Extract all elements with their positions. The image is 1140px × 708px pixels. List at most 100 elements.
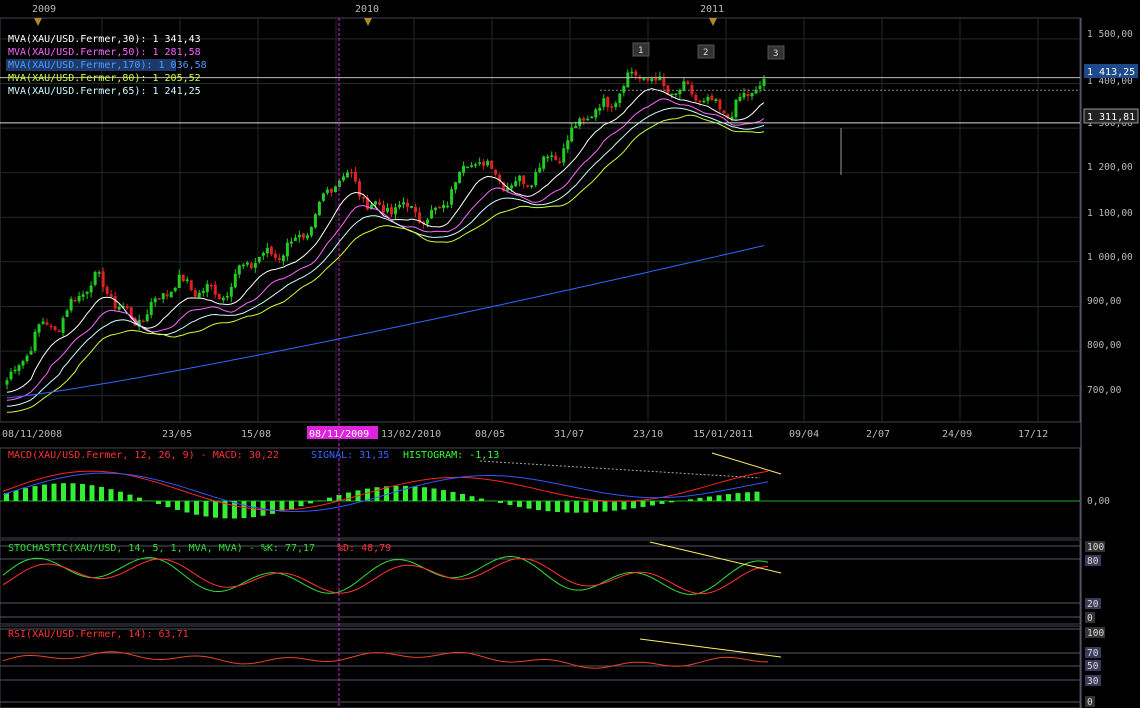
candle-body-75 bbox=[305, 235, 309, 239]
macd-bar-53 bbox=[507, 501, 513, 506]
candle-body-178 bbox=[718, 99, 722, 110]
mva-80-line bbox=[6, 114, 765, 413]
candle-body-88 bbox=[357, 181, 361, 197]
macd-bar-60 bbox=[574, 501, 579, 513]
x-label-8: 15/01/2011 bbox=[693, 429, 753, 440]
rsi-level-70: 70 bbox=[1087, 648, 1099, 659]
candle-body-76 bbox=[309, 226, 313, 236]
rsi-level-100: 100 bbox=[1087, 628, 1104, 639]
candle-body-58 bbox=[237, 265, 241, 275]
y-tick-900: 900,00 bbox=[1087, 296, 1122, 307]
candle-body-73 bbox=[297, 234, 301, 238]
candle-body-120 bbox=[486, 160, 490, 166]
candle-body-166 bbox=[670, 93, 674, 96]
macd-dashed-trendline bbox=[479, 460, 761, 479]
stoch-level-80: 80 bbox=[1087, 556, 1099, 567]
candle-body-9 bbox=[41, 321, 45, 324]
candle-body-56 bbox=[229, 286, 233, 297]
candle-body-80 bbox=[325, 189, 329, 194]
candle-body-63 bbox=[257, 256, 261, 262]
candle-body-48 bbox=[197, 292, 201, 298]
candle-body-47 bbox=[193, 290, 197, 297]
macd-bar-11 bbox=[108, 489, 114, 501]
candle-body-115 bbox=[466, 166, 470, 169]
macd-bar-8 bbox=[80, 483, 85, 501]
candle-body-26 bbox=[109, 294, 113, 298]
candle-body-1 bbox=[9, 371, 13, 380]
candle-body-164 bbox=[662, 77, 666, 87]
macd-legend: MACD(XAU/USD.Fermer, 12, 26, 9) - MACD: … bbox=[8, 450, 499, 461]
candle-body-50 bbox=[205, 283, 209, 293]
x-label-12: 17/12 bbox=[1018, 429, 1048, 440]
candle-body-179 bbox=[722, 110, 726, 114]
candle-body-74 bbox=[301, 233, 305, 238]
stoch-level-20: 20 bbox=[1087, 599, 1099, 610]
x-label-4: 13/02/2010 bbox=[381, 429, 441, 440]
macd-bar-76 bbox=[726, 494, 731, 501]
candle-body-78 bbox=[317, 201, 321, 216]
candle-body-147 bbox=[594, 109, 598, 118]
candle-body-71 bbox=[289, 241, 293, 244]
macd-bar-36 bbox=[346, 492, 351, 501]
macd-bar-31 bbox=[298, 501, 304, 507]
candle-body-185 bbox=[746, 94, 750, 97]
candle-body-128 bbox=[518, 175, 522, 182]
candle-body-132 bbox=[534, 172, 538, 186]
year-triangle-2009 bbox=[34, 18, 42, 26]
macd-bar-25 bbox=[241, 501, 247, 519]
candle-body-134 bbox=[542, 156, 546, 169]
candle-body-54 bbox=[221, 297, 225, 301]
rsi-trendline bbox=[639, 638, 782, 658]
macd-bar-68 bbox=[650, 501, 655, 506]
candle-body-17 bbox=[73, 300, 77, 302]
candle-body-159 bbox=[642, 78, 646, 80]
candle-body-42 bbox=[173, 287, 177, 291]
overlays bbox=[0, 18, 1080, 708]
rsi-levels: 100 70 50 30 0 bbox=[1085, 627, 1105, 708]
macd-bar-59 bbox=[564, 501, 570, 513]
macd-bar-72 bbox=[688, 499, 693, 501]
macd-panel-frame bbox=[0, 447, 1081, 539]
candle-body-41 bbox=[169, 291, 173, 298]
macd-bar-63 bbox=[602, 501, 608, 512]
x-label-11: 24/09 bbox=[942, 429, 972, 440]
candle-body-46 bbox=[189, 280, 193, 291]
candle-body-189 bbox=[762, 78, 766, 86]
macd-bar-64 bbox=[612, 501, 617, 511]
candle-body-10 bbox=[45, 322, 49, 325]
macd-bar-10 bbox=[99, 486, 104, 501]
candle-body-24 bbox=[101, 271, 105, 288]
x-label-3: 08/11/2009 bbox=[309, 429, 369, 440]
candle-body-86 bbox=[349, 171, 353, 174]
year-triangle-2011 bbox=[709, 18, 717, 26]
rsi-level-30: 30 bbox=[1087, 676, 1099, 687]
macd-bar-3 bbox=[32, 486, 38, 501]
macd-bar-55 bbox=[526, 501, 532, 509]
legend-mva-65: MVA(XAU/USD.Fermer,65): 1 241,25 bbox=[8, 86, 201, 97]
candle-body-84 bbox=[341, 176, 345, 181]
candle-body-52 bbox=[213, 284, 217, 295]
x-label-7: 23/10 bbox=[633, 429, 663, 440]
candle-body-146 bbox=[590, 116, 594, 119]
candle-body-133 bbox=[538, 167, 542, 173]
candle-body-85 bbox=[345, 172, 349, 178]
candle-body-67 bbox=[273, 253, 277, 258]
last-price-label: 1 413,25 bbox=[1087, 67, 1135, 78]
price-series bbox=[2, 67, 769, 669]
candle-body-176 bbox=[710, 95, 714, 100]
mva-50-line bbox=[6, 98, 765, 401]
candle-body-60 bbox=[245, 262, 249, 265]
candle-body-106 bbox=[430, 210, 434, 219]
candle-body-135 bbox=[546, 156, 550, 159]
price-y-axis: 1 500,00 1 400,00 1 300,00 1 200,00 1 10… bbox=[1087, 29, 1133, 396]
candle-body-4 bbox=[21, 360, 25, 366]
candle-body-107 bbox=[434, 207, 438, 211]
candle-body-49 bbox=[201, 290, 205, 293]
candle-body-153 bbox=[618, 93, 622, 103]
candle-body-141 bbox=[570, 127, 574, 142]
candle-body-28 bbox=[117, 306, 121, 310]
grid bbox=[0, 17, 1082, 708]
candle-body-96 bbox=[390, 207, 394, 215]
candle-body-5 bbox=[25, 355, 29, 362]
y-tick-1200: 1 200,00 bbox=[1087, 162, 1133, 173]
